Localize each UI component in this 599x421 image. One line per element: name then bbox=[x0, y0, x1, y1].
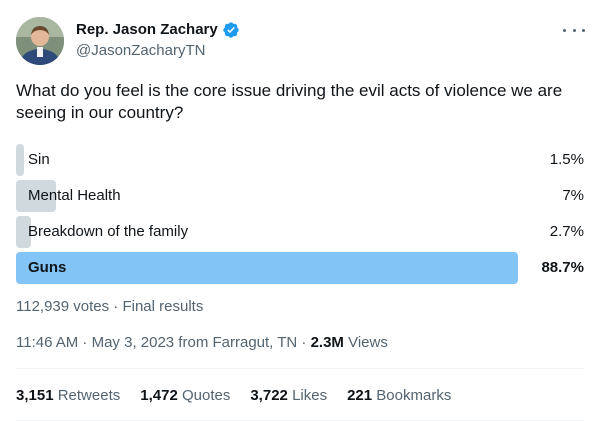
poll-option-label: Guns bbox=[28, 259, 67, 276]
retweets-stat[interactable]: 3,151 Retweets bbox=[16, 386, 120, 406]
poll-option-label: Breakdown of the family bbox=[28, 223, 189, 240]
poll-option-percent: 7% bbox=[562, 187, 584, 204]
poll-option-percent: 88.7% bbox=[541, 259, 584, 276]
views-count: 2.3M bbox=[310, 334, 344, 351]
author-handle[interactable]: @JasonZacharyTN bbox=[76, 41, 205, 61]
more-options-icon[interactable] bbox=[563, 22, 585, 38]
quotes-label: Quotes bbox=[181, 387, 231, 404]
quotes-stat[interactable]: 1,472 Quotes bbox=[140, 386, 230, 406]
bookmarks-label: Bookmarks bbox=[376, 387, 452, 404]
bookmarks-stat[interactable]: 221 Bookmarks bbox=[347, 386, 451, 406]
poll-option-bar bbox=[16, 144, 24, 176]
poll-votes-summary: 112,939 votes · Final results bbox=[16, 298, 204, 315]
poll-option-label: Sin bbox=[28, 151, 50, 168]
poll-option-percent: 2.7% bbox=[549, 223, 584, 240]
poll: Sin 1.5% Mental Health 7% Breakdown of t… bbox=[16, 144, 584, 288]
avatar[interactable] bbox=[16, 17, 64, 65]
poll-option-percent: 1.5% bbox=[549, 151, 584, 168]
verified-badge-icon bbox=[222, 21, 240, 39]
retweets-label: Retweets bbox=[57, 387, 121, 404]
poll-option: Mental Health 7% bbox=[16, 180, 584, 212]
author-display-name[interactable]: Rep. Jason Zachary bbox=[76, 20, 218, 40]
poll-option: Sin 1.5% bbox=[16, 144, 584, 176]
poll-option: Breakdown of the family 2.7% bbox=[16, 216, 584, 248]
likes-count: 3,722 bbox=[250, 387, 288, 404]
poll-option-bar bbox=[16, 252, 518, 284]
views-label: Views bbox=[343, 334, 388, 351]
tweet-text: What do you feel is the core issue drivi… bbox=[16, 81, 563, 122]
poll-option-winner: Guns 88.7% bbox=[16, 252, 584, 284]
retweets-count: 3,151 bbox=[16, 387, 54, 404]
tweet-card: Rep. Jason Zachary @JasonZacharyTN What … bbox=[0, 0, 599, 421]
likes-stat[interactable]: 3,722 Likes bbox=[250, 386, 327, 406]
engagement-stats: 3,151 Retweets 1,472 Quotes 3,722 Likes … bbox=[16, 386, 451, 406]
author-name-row: Rep. Jason Zachary bbox=[76, 20, 240, 40]
poll-option-label: Mental Health bbox=[28, 187, 121, 204]
tweet-meta: 11:46 AM · May 3, 2023 from Farragut, TN… bbox=[16, 333, 388, 353]
quotes-count: 1,472 bbox=[140, 387, 178, 404]
tweet-timestamp[interactable]: 11:46 AM · May 3, 2023 from Farragut, TN… bbox=[16, 334, 311, 351]
divider bbox=[16, 368, 584, 369]
likes-label: Likes bbox=[292, 387, 328, 404]
bookmarks-count: 221 bbox=[347, 387, 373, 404]
